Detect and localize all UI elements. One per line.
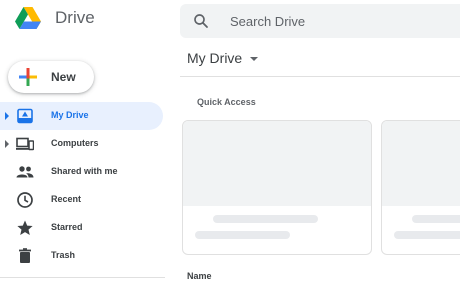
expand-caret-icon[interactable] [5,112,9,120]
card-title-placeholder [412,215,460,223]
sidebar-item-label: Trash [51,250,76,260]
quick-access-card[interactable] [381,120,460,255]
new-button-label: New [51,70,76,84]
app-logo[interactable]: Drive [15,7,95,29]
card-subtitle-placeholder [195,231,290,239]
star-icon [17,220,33,235]
sidebar-divider [0,277,165,278]
name-column-header[interactable]: Name [187,271,212,281]
sidebar-item-trash[interactable]: Trash [0,242,165,270]
trash-icon [19,248,31,263]
my-drive-icon [17,108,33,124]
quick-access-card[interactable] [182,120,372,255]
new-button[interactable]: New [8,61,94,93]
shared-people-icon [16,166,34,178]
search-icon[interactable] [192,12,210,30]
clock-icon [17,192,33,208]
chevron-down-icon [250,57,259,61]
google-drive-logo-icon [15,7,41,29]
app-title: Drive [55,8,95,27]
sidebar-item-label: My Drive [51,110,89,120]
card-title-placeholder [213,215,318,223]
quick-access-heading: Quick Access [197,97,256,107]
search-bar[interactable] [180,4,460,38]
sidebar-item-my-drive[interactable]: My Drive [0,102,163,130]
sidebar-item-label: Starred [51,222,83,232]
card-subtitle-placeholder [394,231,460,239]
header-divider [180,76,460,77]
my-drive-dropdown[interactable]: My Drive [187,50,259,66]
sidebar-nav: My Drive Computers Shared with me Recent [0,102,165,270]
expand-caret-icon[interactable] [5,140,9,148]
search-input[interactable] [230,4,460,38]
sidebar-item-shared-with-me[interactable]: Shared with me [0,158,165,186]
sidebar-item-starred[interactable]: Starred [0,214,165,242]
sidebar-item-computers[interactable]: Computers [0,130,165,158]
page-title: My Drive [187,50,243,66]
card-preview-placeholder [183,121,371,206]
sidebar-item-label: Shared with me [51,166,118,176]
card-preview-placeholder [382,121,460,206]
computers-icon [16,137,34,151]
multicolor-plus-icon [19,68,37,86]
sidebar-item-label: Recent [51,194,82,204]
sidebar-item-label: Computers [51,138,99,148]
sidebar-item-recent[interactable]: Recent [0,186,165,214]
